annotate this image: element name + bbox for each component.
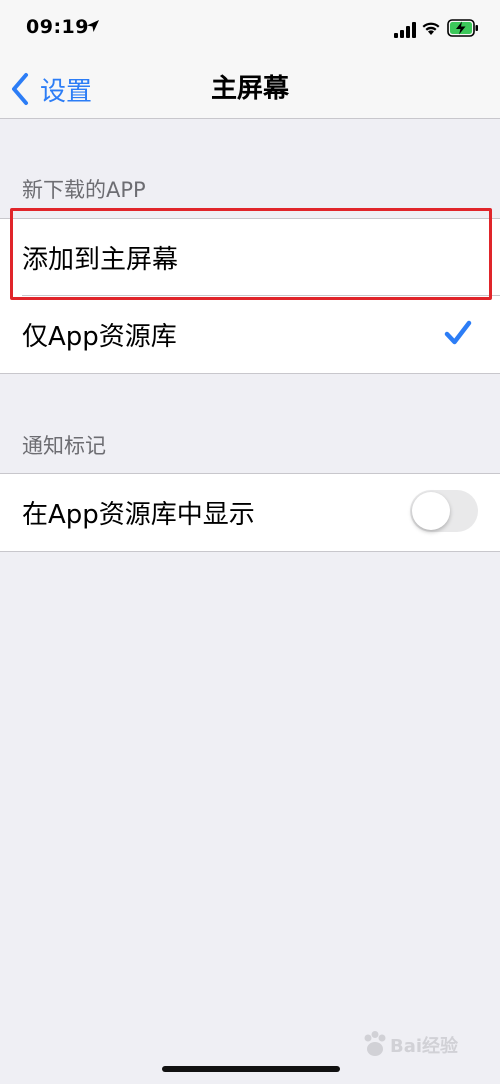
- signal-icon: [394, 22, 416, 38]
- navigation-bar: 设置 主屏幕: [0, 60, 500, 119]
- status-time: 09:19: [26, 16, 89, 38]
- wifi-icon: [422, 22, 440, 35]
- option-app-library-only[interactable]: 仅App资源库: [0, 296, 500, 373]
- option-label: 在App资源库中显示: [22, 500, 255, 530]
- location-arrow-icon: [87, 20, 99, 32]
- show-in-app-library-toggle[interactable]: [410, 490, 478, 532]
- checkmark-icon: [444, 320, 472, 345]
- option-add-to-home-screen[interactable]: 添加到主屏幕: [0, 219, 500, 296]
- toggle-knob: [412, 492, 450, 530]
- badges-group: 在App资源库中显示: [0, 473, 500, 552]
- option-show-in-app-library[interactable]: 在App资源库中显示: [0, 474, 500, 551]
- new-downloads-group: 添加到主屏幕 仅App资源库: [0, 218, 500, 374]
- option-label: 仅App资源库: [22, 322, 177, 352]
- page-title: 主屏幕: [210, 74, 289, 104]
- section-header-badges: 通知标记: [22, 434, 106, 458]
- home-indicator[interactable]: [162, 1066, 340, 1072]
- paw-logo-icon: [364, 1031, 386, 1056]
- section-header-new-downloads: 新下载的APP: [22, 178, 146, 202]
- baidu-watermark: Bai经验: [362, 1028, 482, 1062]
- status-bar: 09:19: [0, 0, 500, 60]
- option-label: 添加到主屏幕: [22, 245, 179, 275]
- battery-charging-icon: [447, 19, 478, 37]
- watermark-text: Bai经验: [390, 1036, 459, 1057]
